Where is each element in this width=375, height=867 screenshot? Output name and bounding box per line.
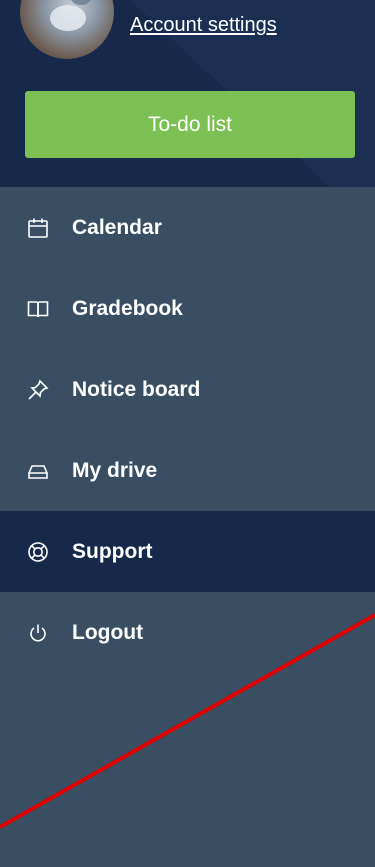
account-settings-link[interactable]: Account settings bbox=[130, 14, 277, 37]
todo-list-button[interactable]: To-do list bbox=[25, 91, 355, 158]
sidebar-item-support[interactable]: Support bbox=[0, 511, 375, 592]
avatar-detail bbox=[50, 5, 86, 31]
book-icon bbox=[27, 298, 49, 320]
drive-icon bbox=[27, 460, 49, 482]
sidebar-item-logout[interactable]: Logout bbox=[0, 592, 375, 673]
avatar-detail bbox=[70, 0, 92, 5]
sidebar-item-calendar[interactable]: Calendar bbox=[0, 187, 375, 268]
sidebar-nav: Calendar Gradebook Notice board My drive… bbox=[0, 187, 375, 673]
pin-icon bbox=[27, 379, 49, 401]
power-icon bbox=[27, 622, 49, 644]
sidebar-item-label: My drive bbox=[72, 458, 158, 482]
calendar-icon bbox=[27, 217, 49, 239]
sidebar-item-label: Gradebook bbox=[72, 296, 183, 320]
sidebar-item-notice-board[interactable]: Notice board bbox=[0, 349, 375, 430]
lifebuoy-icon bbox=[27, 541, 49, 563]
sidebar-header: Account settings To-do list bbox=[0, 0, 375, 187]
sidebar-item-label: Support bbox=[72, 539, 153, 563]
sidebar-item-label: Calendar bbox=[72, 215, 162, 239]
sidebar-item-my-drive[interactable]: My drive bbox=[0, 430, 375, 511]
sidebar: Account settings To-do list Calendar Gra… bbox=[0, 0, 375, 867]
sidebar-item-label: Notice board bbox=[72, 377, 201, 401]
sidebar-item-label: Logout bbox=[72, 620, 144, 644]
sidebar-item-gradebook[interactable]: Gradebook bbox=[0, 268, 375, 349]
